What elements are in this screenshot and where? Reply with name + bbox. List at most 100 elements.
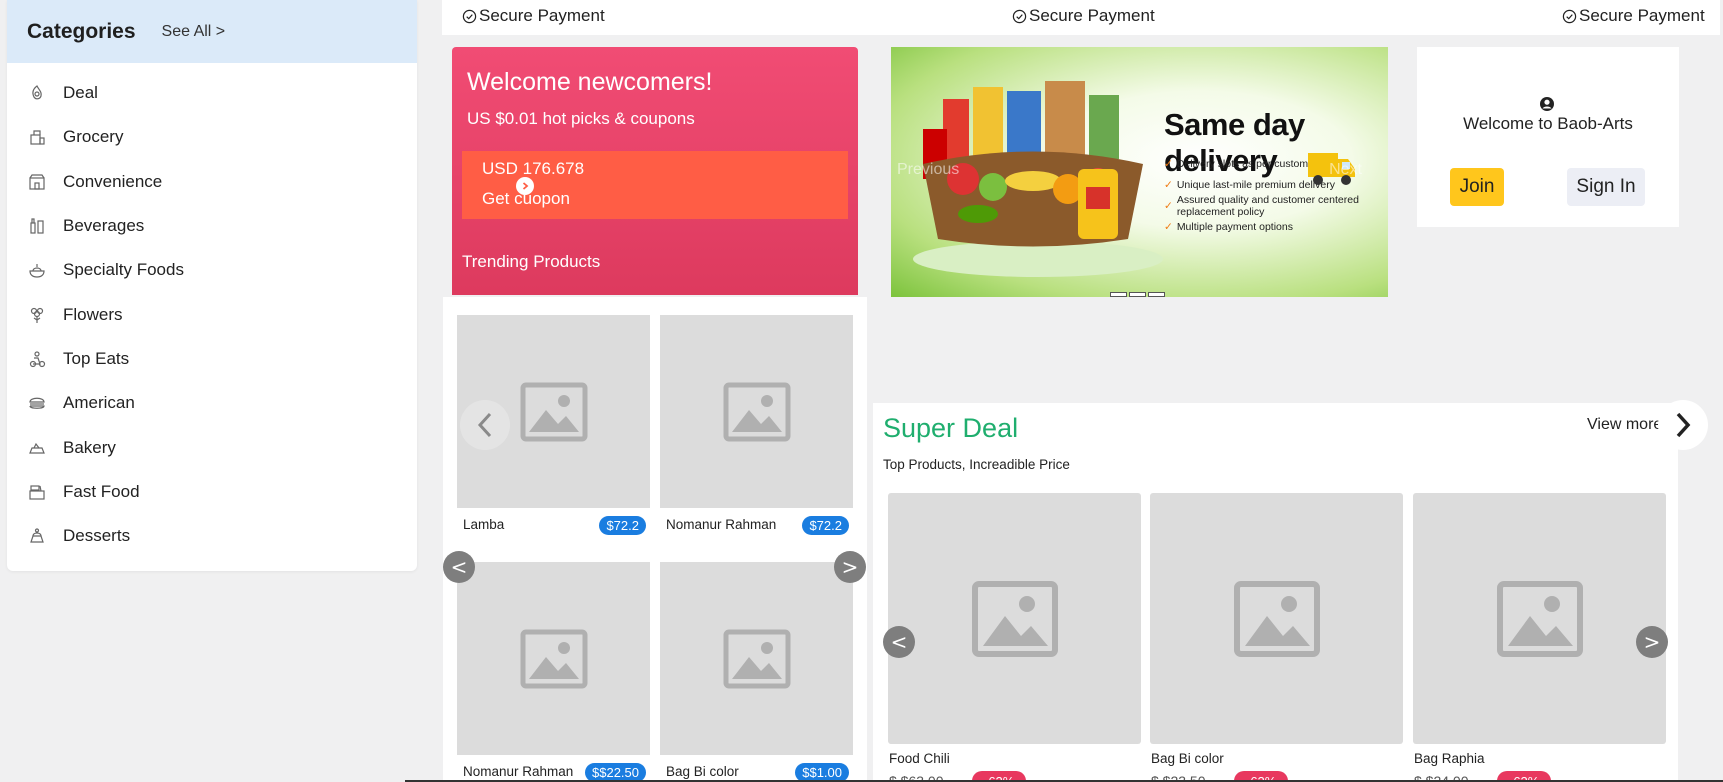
image-placeholder-icon (888, 493, 1141, 744)
sidebar-item-label: Fast Food (63, 481, 140, 501)
delivery-banner-carousel: Same day delivery ✓ Delivery slots as per… (891, 47, 1388, 297)
chevron-right-icon (1676, 412, 1691, 438)
deal-product-card[interactable]: Food Chili $ $63.00 -62% (888, 493, 1141, 782)
sidebar-item-top-eats[interactable]: Top Eats (7, 337, 417, 381)
sidebar-item-label: Grocery (63, 127, 124, 147)
deal-product-name: Bag Raphia (1414, 751, 1485, 766)
image-placeholder-icon (660, 562, 853, 755)
sidebar-item-deal[interactable]: Deal (7, 71, 417, 115)
deal-product-name: Food Chili (889, 751, 950, 766)
super-deal-subtitle: Top Products, Increadible Price (883, 457, 1070, 472)
sidebar-item-label: Bakery (63, 437, 116, 457)
sidebar-item-bakery[interactable]: Bakery (7, 425, 417, 469)
deal-product-card[interactable]: Bag Bi color $ $23.50 -62% (1150, 493, 1403, 782)
checkmark-icon: ✓ (1164, 157, 1173, 170)
sidebar-item-label: Deal (63, 83, 98, 103)
price-badge: $72.2 (599, 516, 646, 535)
trending-products-heading: Trending Products (462, 252, 601, 271)
super-deal-scroll-right-button[interactable] (1658, 400, 1708, 450)
deal-product-card[interactable]: Bag Raphia $ $24.00 -62% (1413, 493, 1666, 782)
sidebar-item-flowers[interactable]: Flowers (7, 292, 417, 336)
banner-bullet: ✓ Assured quality and customer centered r… (1164, 193, 1388, 218)
desserts-icon (27, 526, 47, 546)
trending-prev-button[interactable]: < (443, 551, 475, 583)
american-icon (27, 393, 47, 413)
sidebar-item-grocery[interactable]: Grocery (7, 115, 417, 159)
sidebar-title: Categories (27, 19, 136, 43)
bakery-icon (27, 438, 47, 458)
top-eats-icon (27, 349, 47, 369)
deal-next-button[interactable]: > (1636, 626, 1668, 658)
sign-in-button[interactable]: Sign In (1567, 168, 1645, 206)
product-name: Nomanur Rahman (666, 517, 777, 532)
see-all-link[interactable]: See All > (162, 23, 226, 41)
sidebar-item-label: American (63, 393, 135, 413)
sidebar-item-label: Convenience (63, 171, 163, 191)
sidebar-item-label: Desserts (63, 526, 131, 546)
secure-payment-label: Secure Payment (1579, 6, 1705, 25)
welcome-newcomers-card: Welcome newcomers! US $0.01 hot picks & … (452, 47, 858, 295)
product-name: Nomanur Rahman (463, 764, 574, 779)
view-more-link[interactable]: View more (1587, 416, 1662, 434)
carousel-indicator-1[interactable] (1110, 292, 1127, 297)
product-name: Bag Bi color (666, 764, 739, 779)
secure-payment-label: Secure Payment (479, 6, 605, 25)
sidebar-item-label: Top Eats (63, 348, 130, 368)
chevron-right-icon (516, 177, 534, 195)
deal-product-name: Bag Bi color (1151, 751, 1224, 766)
coupon-amount: USD 176.678 (482, 159, 585, 178)
categories-sidebar: Categories See All > Deal Grocery Conven… (7, 0, 417, 571)
banner-bullet-text: Assured quality and customer centered re… (1176, 193, 1359, 218)
product-card[interactable]: Bag Bi color $$1.00 (660, 562, 853, 782)
image-placeholder-icon (660, 315, 853, 508)
sidebar-item-fast-food[interactable]: Fast Food (7, 470, 417, 514)
sidebar-item-label: Beverages (63, 216, 145, 236)
banner-next-button[interactable]: Next (1329, 161, 1362, 179)
flowers-icon (27, 305, 47, 325)
chevron-left-icon (477, 412, 492, 438)
welcome-subtitle: US $0.01 hot picks & coupons (467, 109, 695, 128)
check-circle-icon (1562, 9, 1577, 23)
price-badge: $72.2 (802, 516, 849, 535)
grocery-basket-image (913, 81, 1163, 277)
sidebar-item-specialty-foods[interactable]: Specialty Foods (7, 248, 417, 292)
join-button[interactable]: Join (1450, 168, 1504, 206)
super-deal-section: Super Deal Top Products, Increadible Pri… (873, 403, 1678, 782)
product-card[interactable]: Nomanur Rahman $72.2 (660, 315, 853, 539)
deal-icon (27, 83, 47, 103)
product-card[interactable]: Nomanur Rahman $$22.50 (457, 562, 650, 782)
carousel-indicator-2[interactable] (1129, 292, 1146, 297)
secure-payment-item: Secure Payment (462, 6, 605, 26)
image-placeholder-icon (457, 562, 650, 755)
sidebar-header: Categories See All > (7, 0, 417, 63)
carousel-indicator-3[interactable] (1148, 292, 1165, 297)
checkmark-icon: ✓ (1164, 199, 1173, 212)
sidebar-item-convenience[interactable]: Convenience (7, 160, 417, 204)
specialty-foods-icon (27, 260, 47, 280)
sidebar-item-label: Specialty Foods (63, 260, 184, 280)
trending-products-grid: Lamba $72.2 Nomanur Rahman $72.2 Nomanur… (443, 297, 867, 782)
trending-scroll-left-button[interactable] (460, 400, 510, 450)
trending-next-button[interactable]: > (834, 551, 866, 583)
sidebar-item-desserts[interactable]: Desserts (7, 514, 417, 558)
sidebar-item-american[interactable]: American (7, 381, 417, 425)
welcome-title: Welcome newcomers! (467, 68, 713, 96)
checkmark-icon: ✓ (1164, 220, 1173, 233)
product-name: Lamba (463, 517, 505, 532)
deal-prev-button[interactable]: < (883, 626, 915, 658)
secure-payment-item: Secure Payment (1012, 6, 1155, 26)
image-placeholder-icon (1413, 493, 1666, 744)
banner-bullet: ✓ Multiple payment options (1164, 216, 1388, 237)
banner-previous-button[interactable]: Previous (897, 161, 959, 179)
fast-food-icon (27, 482, 47, 502)
beverages-icon (27, 216, 47, 236)
get-coupon-button[interactable]: USD 176.678 Get cuopon (462, 151, 848, 219)
secure-payment-item: Secure Payment (1562, 6, 1705, 26)
image-placeholder-icon (1150, 493, 1403, 744)
check-circle-icon (1012, 9, 1027, 23)
banner-bullet-text: Multiple payment options (1176, 220, 1293, 233)
grocery-icon (27, 127, 47, 147)
account-card: Welcome to Baob-Arts Join Sign In (1417, 47, 1679, 227)
check-circle-icon (462, 9, 477, 23)
sidebar-item-beverages[interactable]: Beverages (7, 204, 417, 248)
